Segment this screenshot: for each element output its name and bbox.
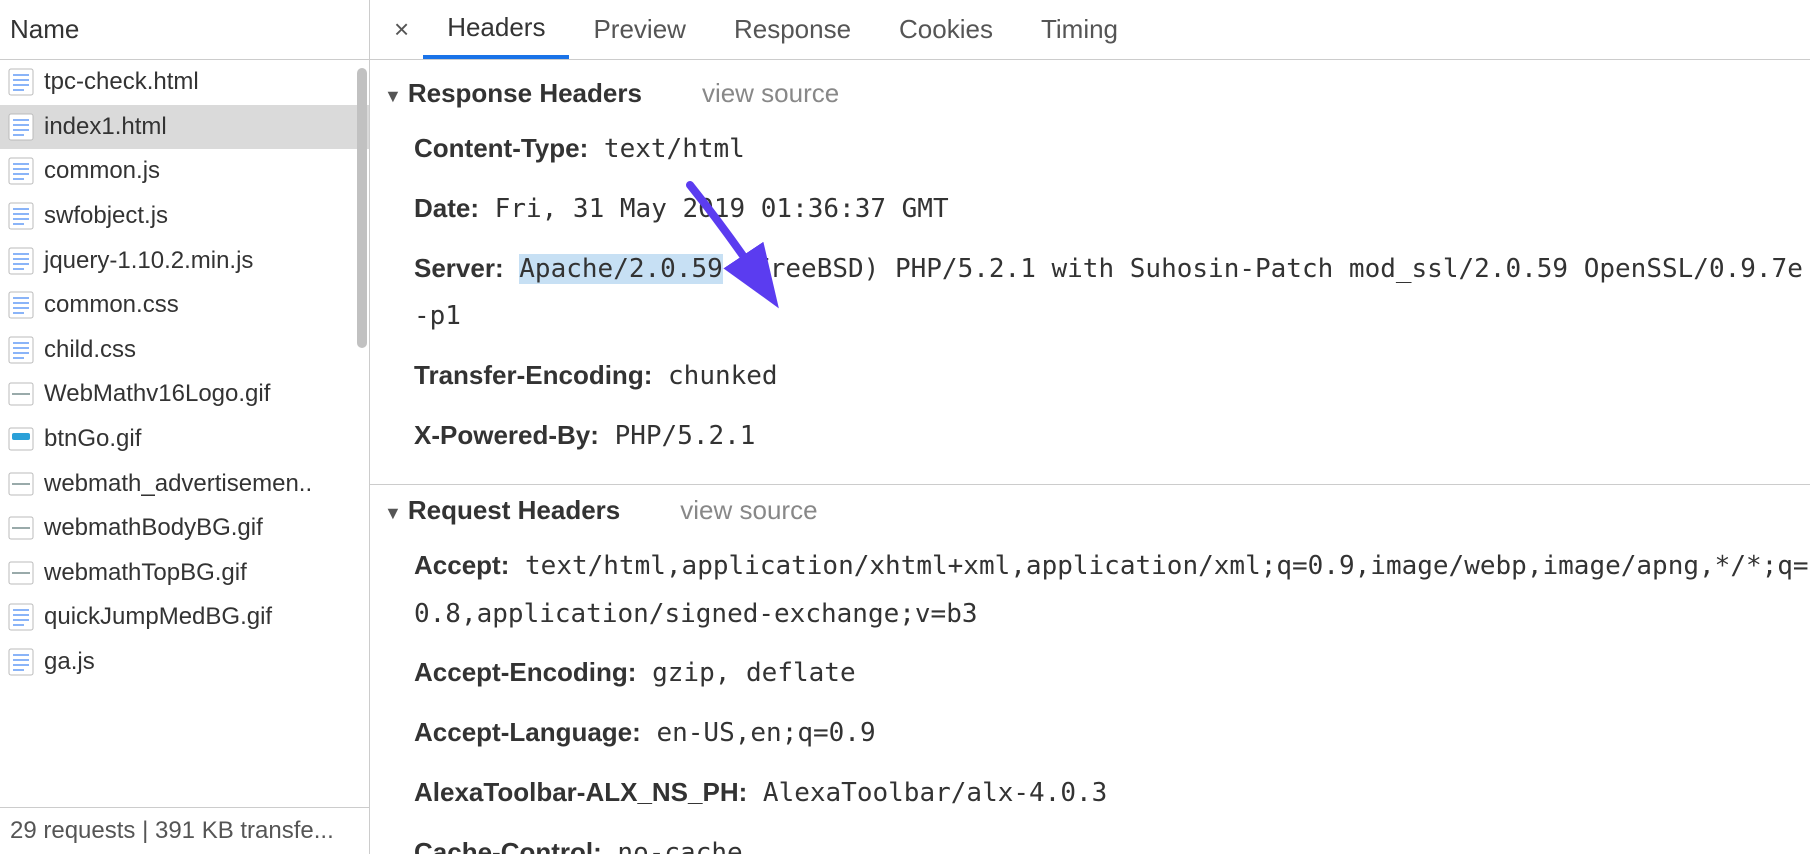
- header-value: [504, 254, 520, 284]
- section-title: Request Headers: [408, 495, 620, 526]
- file-icon: [8, 513, 34, 543]
- header-key: Accept:: [414, 550, 509, 580]
- header-key: Accept-Language:: [414, 717, 641, 747]
- network-requests-panel: Name tpc-check.html index1.html common.js s…: [0, 0, 370, 854]
- header-key: Transfer-Encoding:: [414, 360, 652, 390]
- header-key: Accept-Encoding:: [414, 657, 636, 687]
- tab-response[interactable]: Response: [710, 0, 875, 59]
- file-name: common.js: [44, 157, 160, 185]
- header-entry: X-Powered-By: PHP/5.2.1: [414, 406, 1810, 466]
- file-row[interactable]: jquery-1.10.2.min.js: [0, 238, 369, 283]
- header-entry: Accept-Language: en-US,en;q=0.9: [414, 703, 1810, 763]
- file-name: WebMathv16Logo.gif: [44, 380, 270, 408]
- header-value: PHP/5.2.1: [599, 421, 756, 451]
- file-name: tpc-check.html: [44, 68, 199, 96]
- header-entry: Accept: text/html,application/xhtml+xml,…: [414, 536, 1810, 644]
- file-list: tpc-check.html index1.html common.js swfobj…: [0, 60, 369, 808]
- header-value: AlexaToolbar/alx-4.0.3: [747, 778, 1107, 808]
- view-source-link[interactable]: view source: [702, 78, 839, 109]
- section-title: Response Headers: [408, 78, 642, 109]
- file-icon: [8, 602, 34, 632]
- file-icon: [8, 290, 34, 320]
- file-name: webmathTopBG.gif: [44, 559, 247, 587]
- file-row[interactable]: btnGo.gif: [0, 417, 369, 462]
- header-value: gzip, deflate: [636, 658, 855, 688]
- header-value: en-US,en;q=0.9: [641, 718, 876, 748]
- header-key: Server:: [414, 253, 504, 283]
- file-name: child.css: [44, 336, 136, 364]
- file-name: index1.html: [44, 113, 167, 141]
- requests-summary: 29 requests | 391 KB transfe...: [0, 808, 369, 854]
- file-row[interactable]: webmath_advertisemen..: [0, 461, 369, 506]
- disclosure-triangle-icon: ▼: [384, 86, 402, 107]
- request-headers-section[interactable]: ▼ Request Headers view source: [370, 485, 1810, 536]
- file-icon: [8, 112, 34, 142]
- file-row[interactable]: index1.html: [0, 105, 369, 150]
- file-row[interactable]: child.css: [0, 328, 369, 373]
- file-row[interactable]: WebMathv16Logo.gif: [0, 372, 369, 417]
- response-headers-section[interactable]: ▼ Response Headers view source: [370, 68, 1810, 119]
- header-entry: Date: Fri, 31 May 2019 01:36:37 GMT: [414, 179, 1810, 239]
- file-row[interactable]: common.js: [0, 149, 369, 194]
- header-value-highlighted: Apache/2.0.59: [519, 254, 723, 284]
- tab-preview[interactable]: Preview: [569, 0, 709, 59]
- request-headers-body: Accept: text/html,application/xhtml+xml,…: [370, 536, 1810, 854]
- file-row[interactable]: swfobject.js: [0, 194, 369, 239]
- file-name: btnGo.gif: [44, 425, 141, 453]
- header-key: Date:: [414, 193, 479, 223]
- tab-cookies[interactable]: Cookies: [875, 0, 1017, 59]
- header-key: X-Powered-By:: [414, 420, 599, 450]
- header-value: text/html: [588, 134, 745, 164]
- file-row[interactable]: webmathTopBG.gif: [0, 551, 369, 596]
- close-icon[interactable]: ×: [380, 14, 423, 45]
- file-icon: [8, 67, 34, 97]
- view-source-link[interactable]: view source: [680, 495, 817, 526]
- header-entry: AlexaToolbar-ALX_NS_PH: AlexaToolbar/alx…: [414, 763, 1810, 823]
- file-icon: [8, 335, 34, 365]
- file-icon: [8, 156, 34, 186]
- tab-headers[interactable]: Headers: [423, 0, 569, 59]
- file-name: quickJumpMedBG.gif: [44, 603, 272, 631]
- name-column-header[interactable]: Name: [0, 0, 369, 60]
- header-value: no-cache: [602, 838, 743, 854]
- header-value: chunked: [652, 361, 777, 391]
- details-panel: × HeadersPreviewResponseCookiesTiming ▼ …: [370, 0, 1810, 854]
- header-entry: Transfer-Encoding: chunked: [414, 346, 1810, 406]
- file-icon: [8, 201, 34, 231]
- file-row[interactable]: ga.js: [0, 640, 369, 685]
- header-key: Cache-Control:: [414, 837, 602, 854]
- file-row[interactable]: quickJumpMedBG.gif: [0, 595, 369, 640]
- disclosure-triangle-icon: ▼: [384, 503, 402, 524]
- file-row[interactable]: common.css: [0, 283, 369, 328]
- file-row[interactable]: tpc-check.html: [0, 60, 369, 105]
- tab-timing[interactable]: Timing: [1017, 0, 1142, 59]
- header-key: AlexaToolbar-ALX_NS_PH:: [414, 777, 747, 807]
- header-entry: Cache-Control: no-cache: [414, 823, 1810, 854]
- details-tabs: × HeadersPreviewResponseCookiesTiming: [370, 0, 1810, 60]
- file-name: common.css: [44, 291, 179, 319]
- file-name: webmath_advertisemen..: [44, 470, 312, 498]
- header-entry: Content-Type: text/html: [414, 119, 1810, 179]
- header-key: Content-Type:: [414, 133, 588, 163]
- file-row[interactable]: webmathBodyBG.gif: [0, 506, 369, 551]
- header-value: Fri, 31 May 2019 01:36:37 GMT: [479, 194, 949, 224]
- header-entry: Server: Apache/2.0.59 (FreeBSD) PHP/5.2.…: [414, 239, 1810, 347]
- file-icon: [8, 379, 34, 409]
- file-name: ga.js: [44, 648, 95, 676]
- file-icon: [8, 558, 34, 588]
- headers-content: ▼ Response Headers view source Content-T…: [370, 60, 1810, 854]
- file-icon: [8, 246, 34, 276]
- file-icon: [8, 424, 34, 454]
- scrollbar-thumb[interactable]: [357, 68, 367, 348]
- response-headers-body: Content-Type: text/htmlDate: Fri, 31 May…: [370, 119, 1810, 485]
- file-name: webmathBodyBG.gif: [44, 514, 263, 542]
- file-name: swfobject.js: [44, 202, 168, 230]
- file-icon: [8, 469, 34, 499]
- file-icon: [8, 647, 34, 677]
- header-entry: Accept-Encoding: gzip, deflate: [414, 643, 1810, 703]
- header-value: text/html,application/xhtml+xml,applicat…: [414, 551, 1809, 629]
- file-name: jquery-1.10.2.min.js: [44, 247, 253, 275]
